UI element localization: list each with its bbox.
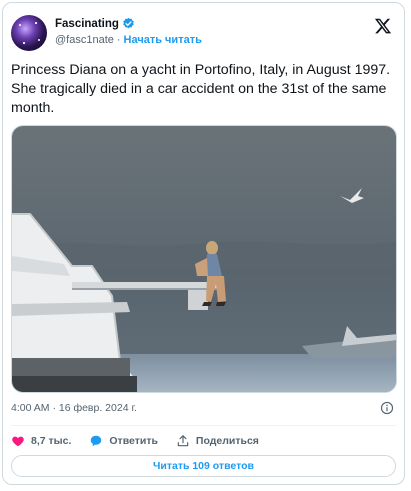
tweet-timestamp[interactable]: 4:00 AM · 16 февр. 2024 г. bbox=[11, 402, 137, 414]
like-count: 8,7 тыс. bbox=[31, 435, 72, 447]
reply-button[interactable]: Ответить bbox=[89, 434, 158, 448]
speech-bubble-icon bbox=[91, 435, 102, 447]
share-label: Поделиться bbox=[195, 435, 259, 447]
like-button[interactable]: 8,7 тыс. bbox=[11, 434, 71, 448]
info-icon[interactable] bbox=[380, 401, 394, 415]
follow-link[interactable]: Начать читать bbox=[124, 34, 202, 46]
tweet-card: Fascinating @fasc1nate · Начать читать P… bbox=[2, 2, 405, 485]
heart-icon bbox=[12, 436, 24, 447]
verified-badge-icon bbox=[123, 17, 134, 29]
name-row: Fascinating bbox=[55, 17, 135, 30]
tweet-photo[interactable] bbox=[11, 125, 397, 393]
tweet-text: Princess Diana on a yacht in Portofino, … bbox=[11, 62, 391, 116]
x-logo-icon[interactable] bbox=[374, 17, 392, 35]
share-upload-icon bbox=[177, 435, 189, 447]
reply-label: Ответить bbox=[109, 435, 158, 447]
read-replies-button[interactable]: Читать 109 ответов bbox=[11, 455, 396, 477]
handle-row: @fasc1nate · Начать читать bbox=[55, 34, 202, 46]
divider bbox=[11, 425, 396, 426]
author-handle[interactable]: @fasc1nate bbox=[55, 34, 114, 46]
share-button[interactable]: Поделиться bbox=[176, 434, 259, 448]
action-bar: 8,7 тыс. Ответить Поделиться bbox=[11, 431, 277, 451]
avatar[interactable] bbox=[11, 15, 47, 51]
photo-scene bbox=[12, 126, 396, 392]
author-display-name[interactable]: Fascinating bbox=[55, 18, 119, 30]
tweet-header: Fascinating @fasc1nate · Начать читать bbox=[11, 13, 396, 53]
handle-separator: · bbox=[116, 34, 121, 46]
